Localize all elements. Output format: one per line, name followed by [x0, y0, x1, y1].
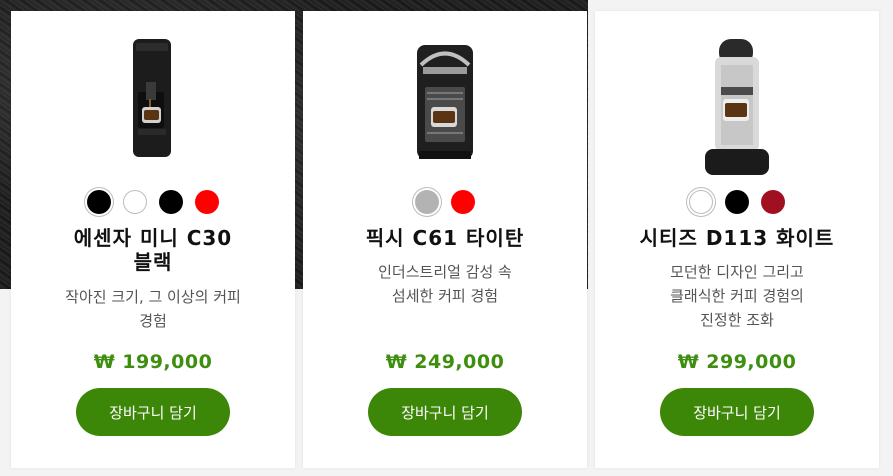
product-title-line2: 블랙 — [133, 250, 173, 274]
product-description: 모던한 디자인 그리고 클래식한 커피 경험의 진정한 조화 — [619, 260, 855, 332]
product-price: ₩ 199,000 — [93, 351, 213, 373]
add-to-cart-button[interactable]: 장바구니 담기 — [660, 388, 814, 436]
color-swatches — [303, 190, 587, 214]
product-description: 작아진 크기, 그 이상의 커피 경험 — [35, 285, 271, 333]
espresso-machine-icon — [417, 45, 473, 159]
product-card-citiz-white: 시티즈 D113 화이트 모던한 디자인 그리고 클래식한 커피 경험의 진정한… — [595, 11, 879, 468]
product-description-line2: 섬세한 커피 경험 — [391, 287, 499, 305]
product-image[interactable] — [11, 37, 295, 169]
product-description-line2: 경험 — [139, 312, 167, 330]
product-description-line3: 진정한 조화 — [700, 311, 774, 329]
product-description-line1: 인더스트리얼 감성 속 — [378, 263, 512, 281]
product-description-line1: 모던한 디자인 그리고 — [670, 263, 804, 281]
add-to-cart-button[interactable]: 장바구니 담기 — [76, 388, 230, 436]
product-description-line2: 클래식한 커피 경험의 — [670, 287, 804, 305]
swatch-black-selected[interactable] — [87, 190, 111, 214]
add-to-cart-button[interactable]: 장바구니 담기 — [368, 388, 522, 436]
espresso-machine-icon — [133, 39, 171, 157]
color-swatches — [11, 190, 295, 214]
swatch-red[interactable] — [195, 190, 219, 214]
swatch-white[interactable] — [123, 190, 147, 214]
swatch-gray-selected[interactable] — [415, 190, 439, 214]
product-price: ₩ 299,000 — [677, 351, 797, 373]
product-image[interactable] — [303, 37, 587, 169]
product-price: ₩ 249,000 — [385, 351, 505, 373]
color-swatches — [595, 190, 879, 214]
swatch-black[interactable] — [159, 190, 183, 214]
product-image[interactable] — [595, 37, 879, 175]
product-title: 에센자 미니 C30 블랙 — [31, 226, 275, 274]
product-title: 시티즈 D113 화이트 — [639, 226, 835, 250]
espresso-machine-icon — [705, 39, 769, 175]
swatch-black[interactable] — [725, 190, 749, 214]
product-title-line1: 에센자 미니 C30 — [73, 226, 233, 250]
swatch-white-selected[interactable] — [689, 190, 713, 214]
product-card-pixie-titan: 픽시 C61 타이탄 인더스트리얼 감성 속 섬세한 커피 경험 ₩ 249,0… — [303, 11, 587, 468]
swatch-red[interactable] — [451, 190, 475, 214]
swatch-burgundy[interactable] — [761, 190, 785, 214]
product-description: 인더스트리얼 감성 속 섬세한 커피 경험 — [327, 260, 563, 308]
product-list-page: 에센자 미니 C30 블랙 작아진 크기, 그 이상의 커피 경험 ₩ 199,… — [0, 0, 893, 476]
product-description-line1: 작아진 크기, 그 이상의 커피 — [65, 288, 241, 306]
product-title: 픽시 C61 타이탄 — [365, 226, 525, 250]
product-card-essenza-mini: 에센자 미니 C30 블랙 작아진 크기, 그 이상의 커피 경험 ₩ 199,… — [11, 11, 295, 468]
